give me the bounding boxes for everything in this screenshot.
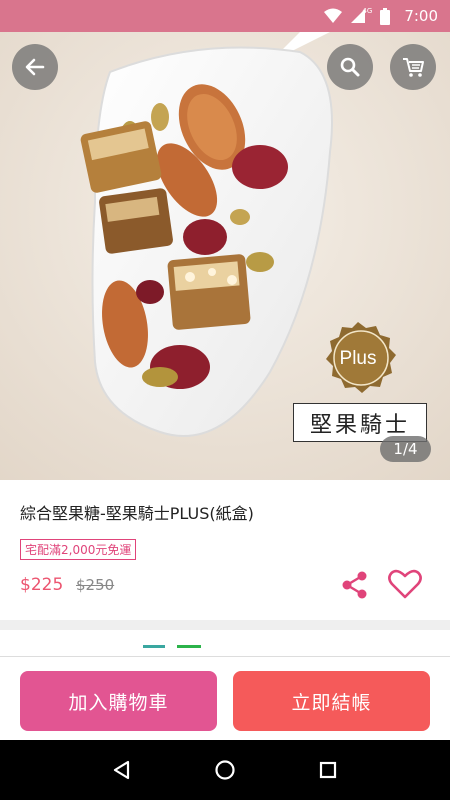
heart-icon xyxy=(388,569,422,599)
nav-home-button[interactable] xyxy=(205,750,245,790)
checkout-button[interactable]: 立即結帳 xyxy=(233,671,430,731)
search-button[interactable] xyxy=(327,44,373,90)
product-name: 綜合堅果糖-堅果騎士PLUS(紙盒) xyxy=(20,504,254,523)
triangle-back-icon xyxy=(113,760,129,780)
back-button[interactable] xyxy=(12,44,58,90)
search-icon xyxy=(340,57,360,77)
detail-tab-strip xyxy=(0,630,450,656)
add-to-cart-button[interactable]: 加入購物車 xyxy=(20,671,217,731)
product-price: $225 xyxy=(20,575,64,595)
status-time: 7:00 xyxy=(404,7,438,25)
product-info: 綜合堅果糖-堅果騎士PLUS(紙盒) 宅配滿2,000元免運 $225 $250 xyxy=(0,480,450,620)
plus-badge-label: Plus xyxy=(339,348,377,369)
share-icon xyxy=(342,571,367,599)
nav-back-button[interactable] xyxy=(102,750,142,790)
tab-indicator-1 xyxy=(143,645,165,648)
arrow-left-icon xyxy=(25,58,45,76)
shipping-badge: 宅配滿2,000元免運 xyxy=(20,539,137,560)
square-recent-icon xyxy=(320,761,337,779)
share-button[interactable] xyxy=(338,568,372,602)
circle-home-icon xyxy=(215,760,235,780)
favorite-button[interactable] xyxy=(386,566,424,602)
bottom-action-bar: 加入購物車 立即結帳 xyxy=(0,656,450,740)
battery-icon xyxy=(380,7,391,25)
tab-indicator-2 xyxy=(177,645,201,648)
product-detail-screen: 4G 7:00 Plus 堅果騎士 1/4 綜合堅果糖-堅果騎士PLUS(紙盒)… xyxy=(0,0,450,800)
cart-icon xyxy=(403,58,424,77)
original-price: $250 xyxy=(76,576,115,594)
product-image-carousel[interactable]: Plus 堅果騎士 1/4 xyxy=(0,32,450,480)
cart-button[interactable] xyxy=(390,44,436,90)
page-indicator: 1/4 xyxy=(380,436,431,462)
nav-recent-button[interactable] xyxy=(308,750,348,790)
plus-badge-label-wrap: Plus xyxy=(323,324,393,394)
section-divider xyxy=(0,620,450,630)
network-type-label: 4G xyxy=(362,7,373,15)
wifi-icon xyxy=(324,8,343,23)
status-bar: 4G 7:00 xyxy=(0,0,450,32)
system-nav-bar xyxy=(0,740,450,800)
status-icons: 4G 7:00 xyxy=(324,7,438,25)
